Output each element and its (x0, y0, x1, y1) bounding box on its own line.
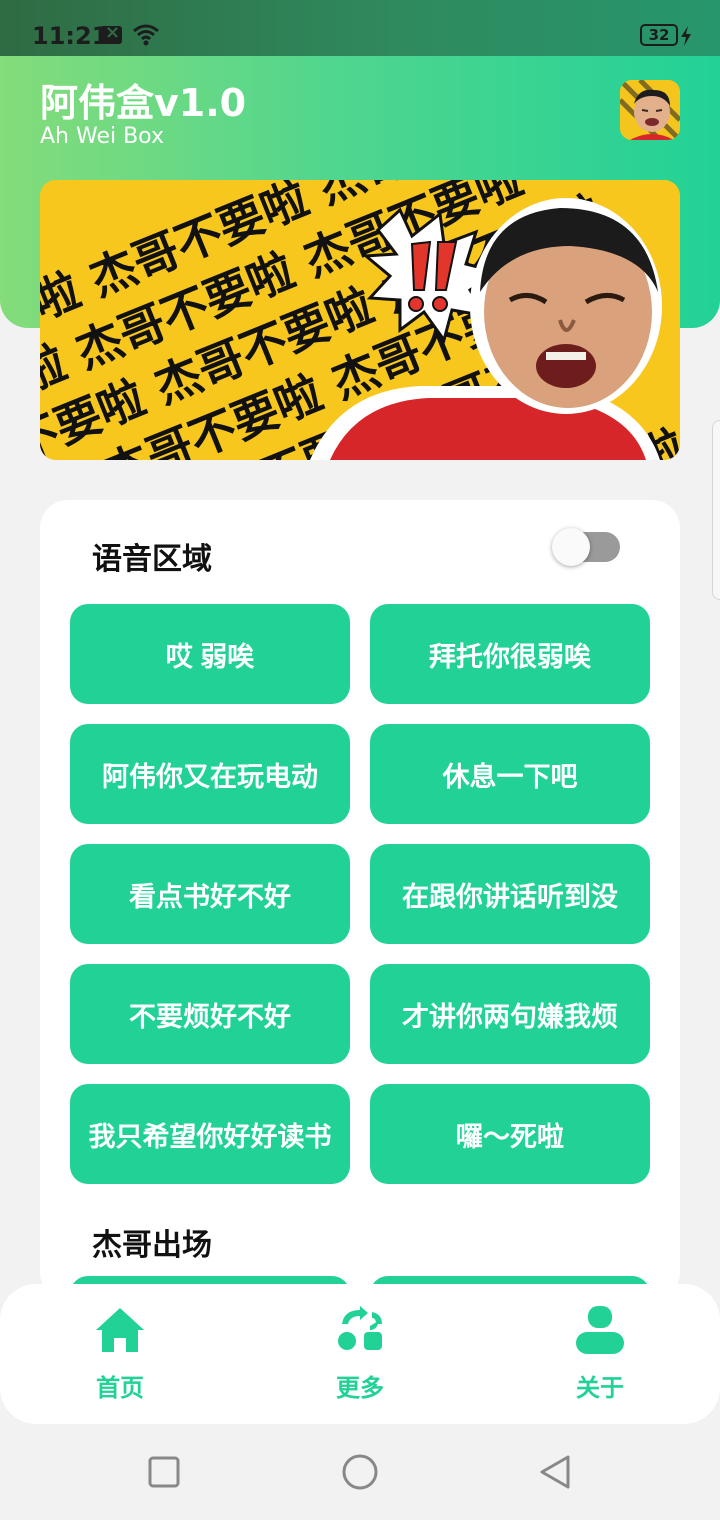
recents-icon[interactable] (146, 1454, 182, 1490)
voice-button[interactable]: 休息一下吧 (370, 724, 650, 824)
toggle-knob (552, 528, 590, 566)
voice-button[interactable]: 哎 弱唉 (70, 604, 350, 704)
avatar-face-icon (620, 80, 680, 140)
voice-button[interactable]: 我只希望你好好读书 (70, 1084, 350, 1184)
nav-home[interactable]: 首页 (60, 1306, 180, 1406)
notification-icon (100, 22, 122, 44)
bottom-nav: 首页 更多 关于 (0, 1284, 720, 1424)
voice-button[interactable]: 不要烦好不好 (70, 964, 350, 1064)
nav-more[interactable]: 更多 (300, 1306, 420, 1406)
voice-toggle[interactable] (552, 528, 620, 566)
voice-button[interactable]: 看点书好不好 (70, 844, 350, 944)
voice-button[interactable]: 才讲你两句嫌我烦 (370, 964, 650, 1064)
voice-card: 语音区域 哎 弱唉 拜托你很弱唉 阿伟你又在玩电动 休息一下吧 看点书好不好 在… (40, 500, 680, 1316)
back-icon[interactable] (538, 1454, 574, 1490)
nav-about-label: 关于 (576, 1374, 624, 1402)
nav-more-label: 更多 (336, 1374, 384, 1402)
more-icon (338, 1306, 382, 1350)
nav-about[interactable]: 关于 (540, 1306, 660, 1406)
home-circle-icon[interactable] (342, 1454, 378, 1490)
nav-home-label: 首页 (96, 1374, 144, 1402)
wifi-icon (133, 24, 159, 46)
voice-section-title: 语音区域 (92, 542, 212, 577)
system-nav-bar (0, 1424, 720, 1520)
app-screen: 11:21 32 阿伟盒v1.0 Ah Wei Box 杰哥不 (0, 0, 720, 1520)
side-drawer-handle[interactable] (712, 420, 720, 600)
banner-image[interactable]: 杰哥不要啦 杰哥不要啦 杰哥不要啦 杰哥不要啦 杰哥不要啦 杰哥不要啦 杰哥不要… (40, 180, 680, 460)
jie-section-title: 杰哥出场 (92, 1228, 212, 1263)
home-icon (96, 1308, 144, 1352)
app-title: 阿伟盒v1.0 (40, 81, 247, 125)
voice-button[interactable]: 在跟你讲话听到没 (370, 844, 650, 944)
battery-icon: 32 (640, 24, 678, 46)
app-subtitle: Ah Wei Box (40, 124, 164, 149)
charging-icon (681, 26, 691, 46)
voice-button[interactable]: 阿伟你又在玩电动 (70, 724, 350, 824)
meme-banner-illustration: 杰哥不要啦 杰哥不要啦 杰哥不要啦 杰哥不要啦 杰哥不要啦 杰哥不要啦 杰哥不要… (40, 180, 680, 460)
avatar[interactable] (620, 80, 680, 140)
about-icon (576, 1306, 624, 1354)
voice-button[interactable]: 囉～死啦 (370, 1084, 650, 1184)
status-time: 11:21 (32, 22, 109, 50)
voice-button[interactable]: 拜托你很弱唉 (370, 604, 650, 704)
status-bar: 11:21 32 (0, 0, 720, 56)
